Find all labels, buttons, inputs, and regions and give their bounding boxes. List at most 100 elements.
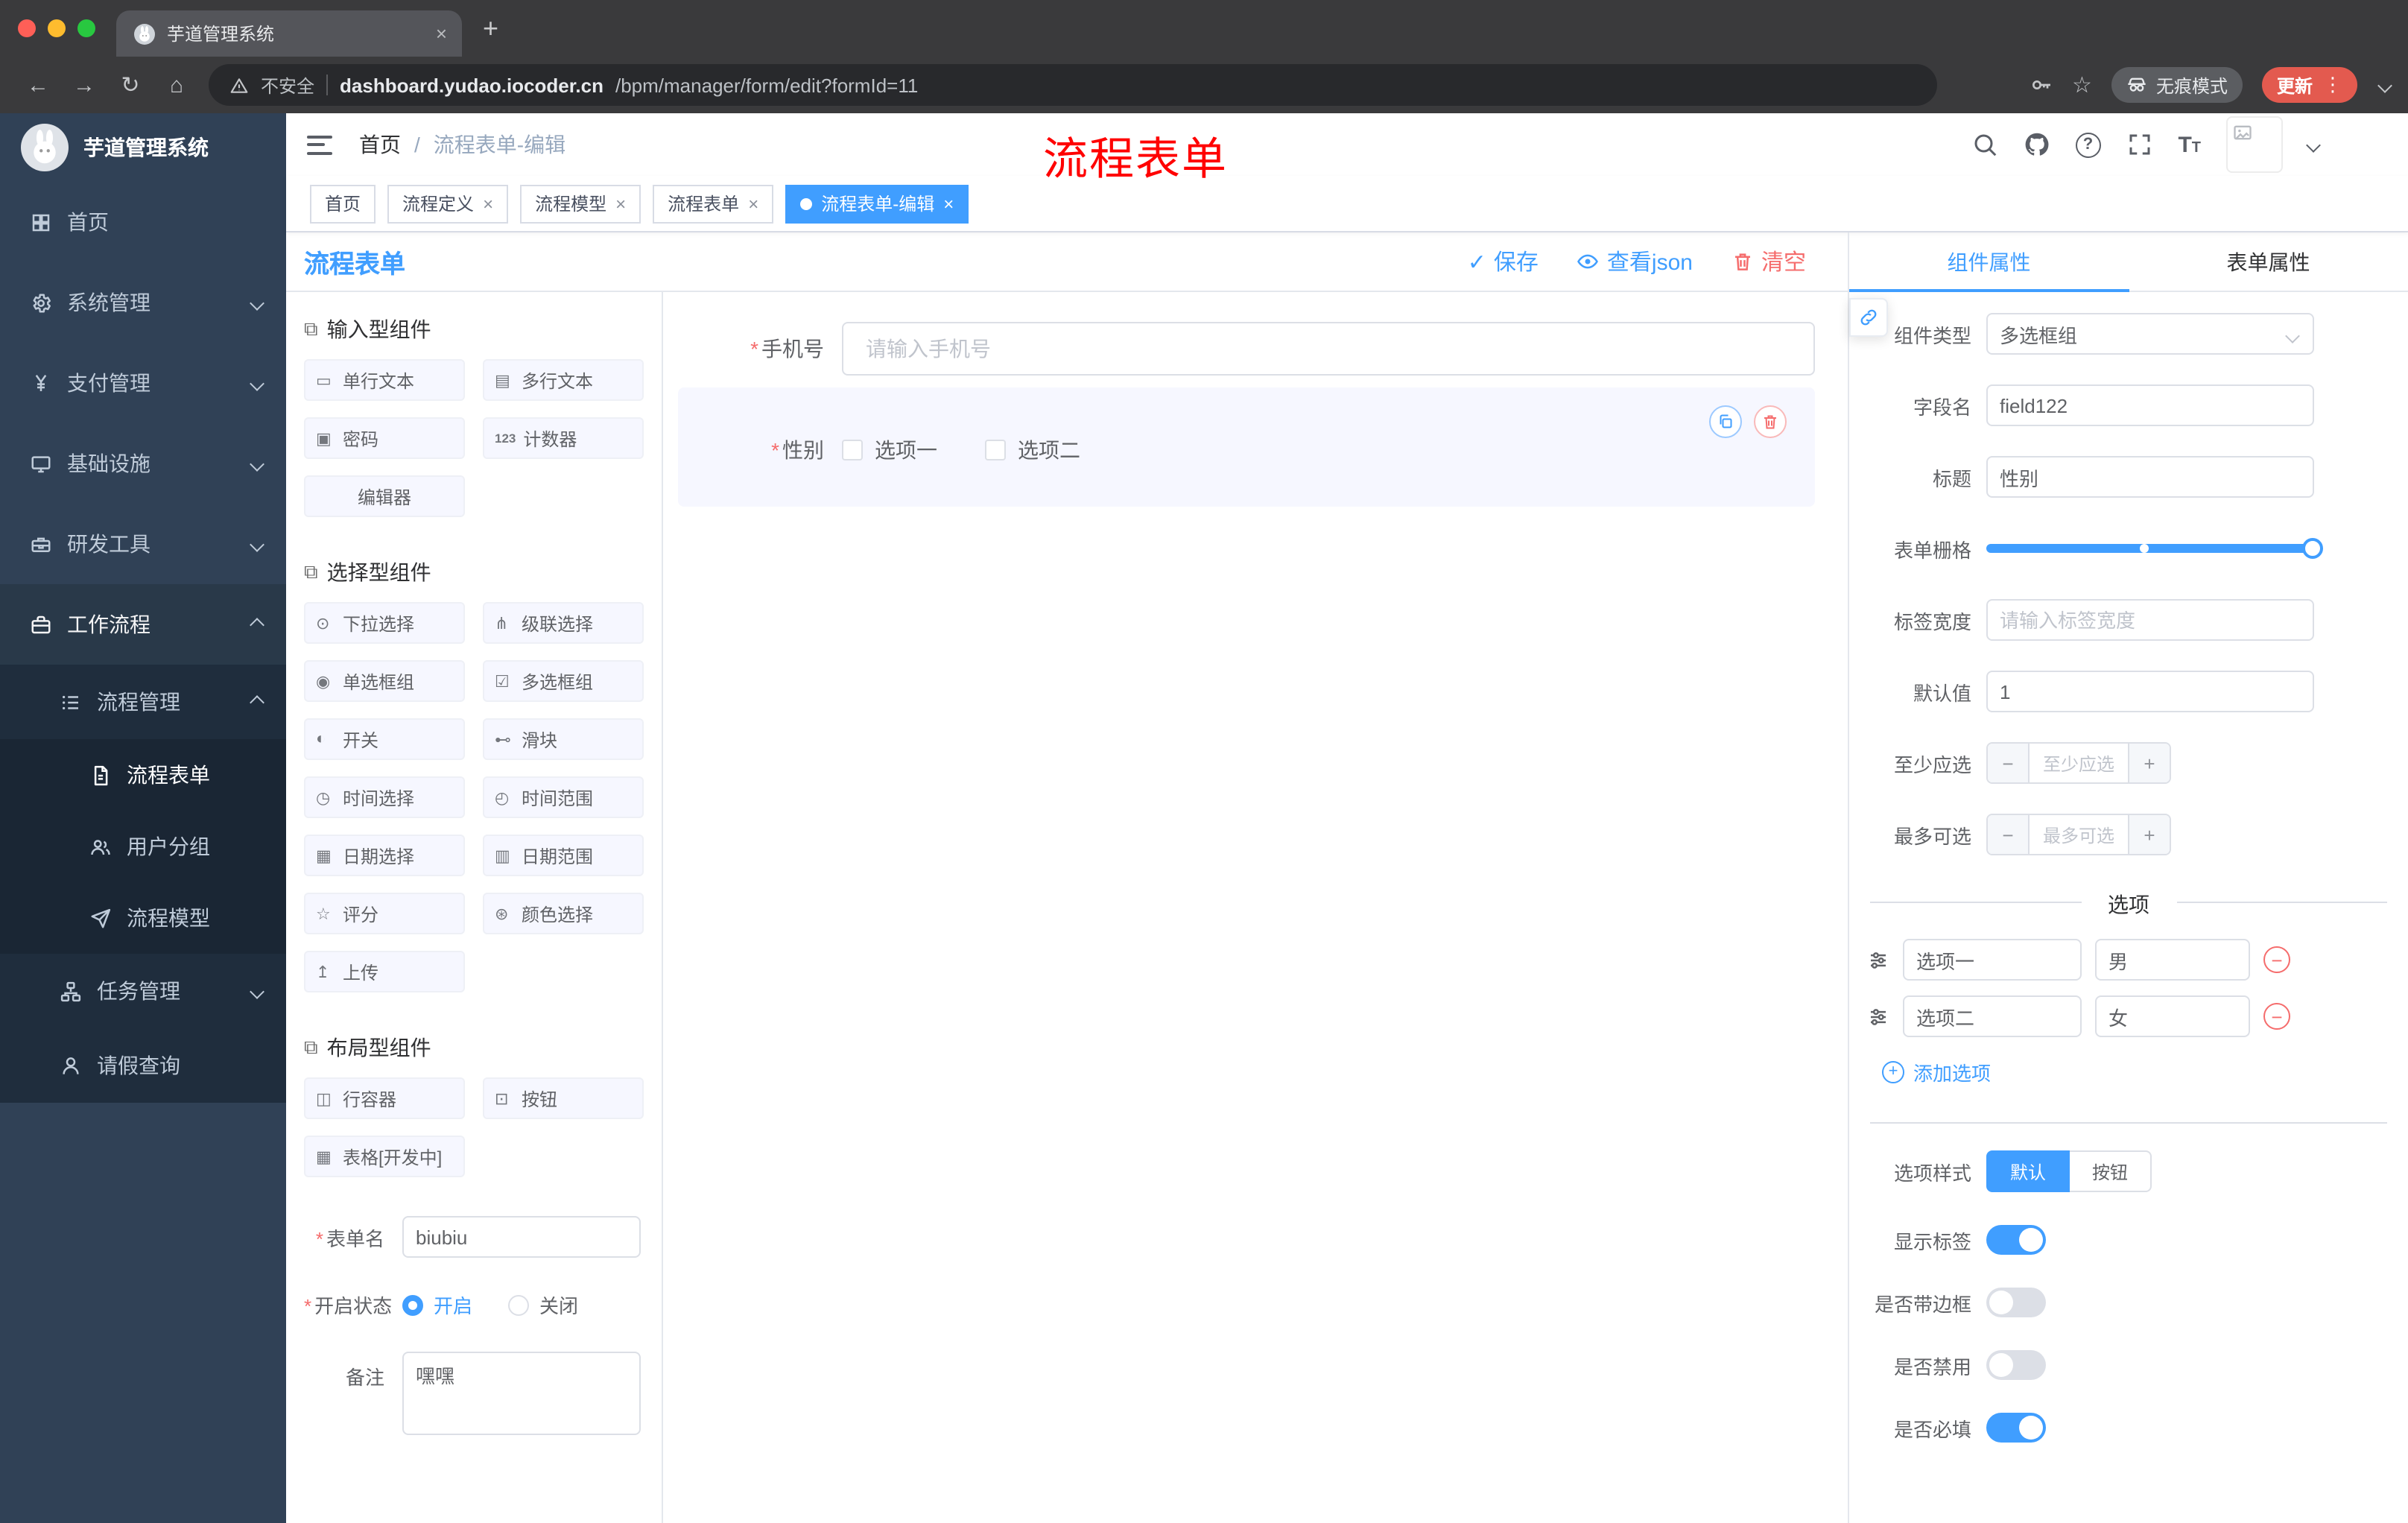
gender-checkbox-option2[interactable]: 选项二 (985, 435, 1080, 465)
status-radio-on[interactable]: 开启 (402, 1291, 472, 1319)
tag-process-definition[interactable]: 流程定义 × (387, 184, 509, 223)
label-width-input[interactable] (1986, 599, 2314, 641)
sidebar-item-home[interactable]: 首页 (0, 182, 286, 262)
palette-item-color-picker[interactable]: ⊛ 颜色选择 (483, 893, 644, 934)
home-icon[interactable]: ⌂ (156, 72, 197, 98)
palette-item-button[interactable]: ⊡ 按钮 (483, 1077, 644, 1119)
search-icon[interactable] (1971, 131, 1997, 158)
new-tab-button[interactable]: + (483, 13, 498, 43)
drag-handle-icon[interactable] (1867, 949, 1889, 971)
palette-item-cascader[interactable]: ⋔ 级联选择 (483, 602, 644, 644)
link-anchor-button[interactable] (1849, 298, 1888, 337)
show-label-toggle[interactable] (1986, 1225, 2046, 1255)
tag-close-icon[interactable]: × (943, 193, 954, 214)
tag-home[interactable]: 首页 (310, 184, 376, 223)
palette-item-rate[interactable]: ☆ 评分 (304, 893, 465, 934)
palette-item-editor[interactable]: 编辑器 (304, 475, 465, 517)
delete-component-button[interactable] (1754, 405, 1787, 438)
forward-icon[interactable]: → (64, 72, 104, 98)
reload-icon[interactable]: ↻ (110, 72, 150, 98)
sidebar-item-process-model[interactable]: 流程模型 (0, 882, 286, 954)
palette-item-slider[interactable]: ⊷ 滑块 (483, 718, 644, 760)
form-grid-slider[interactable] (1986, 528, 2323, 569)
form-name-input[interactable] (402, 1216, 641, 1258)
default-value-input[interactable] (1986, 671, 2314, 712)
browser-tab[interactable]: 芋道管理系统 × (116, 10, 462, 57)
sidebar-item-payment-mgmt[interactable]: 支付管理 (0, 343, 286, 423)
font-size-icon[interactable]: TT (2178, 133, 2201, 156)
palette-item-date-picker[interactable]: ▦ 日期选择 (304, 835, 465, 876)
sidebar-collapse-icon[interactable] (307, 135, 332, 154)
palette-item-time-picker[interactable]: ◷ 时间选择 (304, 776, 465, 818)
palette-item-password[interactable]: ▣ 密码 (304, 417, 465, 459)
tab-component-props[interactable]: 组件属性 (1849, 232, 2129, 291)
window-close-button[interactable] (18, 19, 36, 37)
selected-component-gender[interactable]: * 性别 选项一 选项二 (678, 387, 1815, 507)
stepper-placeholder[interactable]: 最多可选 (2030, 815, 2128, 854)
tag-process-form[interactable]: 流程表单 × (653, 184, 774, 223)
stepper-placeholder[interactable]: 至少应选 (2030, 744, 2128, 782)
status-radio-off[interactable]: 关闭 (508, 1291, 578, 1319)
address-bar[interactable]: 不安全 dashboard.yudao.iocoder.cn/bpm/manag… (209, 64, 1937, 106)
palette-item-counter[interactable]: 123 计数器 (483, 417, 644, 459)
palette-item-multi-text[interactable]: ▤ 多行文本 (483, 359, 644, 401)
copy-component-button[interactable] (1709, 405, 1742, 438)
slider-handle[interactable] (2302, 538, 2323, 559)
disabled-toggle[interactable] (1986, 1350, 2046, 1380)
clear-button[interactable]: 清空 (1731, 246, 1806, 277)
github-icon[interactable] (2023, 131, 2050, 158)
phone-field-row[interactable]: * 手机号 (678, 322, 1815, 376)
option-value-input[interactable] (2095, 939, 2250, 981)
remove-option-button[interactable]: − (2263, 1003, 2290, 1030)
tag-process-model[interactable]: 流程模型 × (520, 184, 641, 223)
option-label-input[interactable] (1903, 995, 2082, 1037)
avatar-dropdown-chevron-icon[interactable] (2306, 137, 2321, 152)
palette-item-select[interactable]: ⊙ 下拉选择 (304, 602, 465, 644)
title-input[interactable] (1986, 456, 2314, 498)
back-icon[interactable]: ← (18, 72, 58, 98)
palette-item-date-range[interactable]: ▥ 日期范围 (483, 835, 644, 876)
style-button-button[interactable]: 按钮 (2070, 1150, 2152, 1192)
fullscreen-icon[interactable] (2126, 131, 2152, 158)
browser-update-button[interactable]: 更新 ⋮ (2261, 67, 2357, 103)
breadcrumb-home-link[interactable]: 首页 (359, 130, 401, 159)
option-value-input[interactable] (2095, 995, 2250, 1037)
tag-close-icon[interactable]: × (483, 193, 493, 214)
increase-button[interactable]: + (2128, 815, 2170, 854)
help-icon[interactable]: ? (2075, 132, 2101, 157)
tag-process-form-edit[interactable]: 流程表单-编辑 × (785, 184, 969, 223)
view-json-button[interactable]: 查看json (1577, 246, 1693, 277)
sidebar-item-system-mgmt[interactable]: 系统管理 (0, 262, 286, 343)
avatar[interactable] (2226, 116, 2283, 173)
sidebar-item-process-form[interactable]: 流程表单 (0, 739, 286, 811)
save-button[interactable]: ✓ 保存 (1468, 246, 1539, 277)
component-type-select[interactable]: 多选框组 (1986, 313, 2314, 355)
window-minimize-button[interactable] (48, 19, 66, 37)
remove-option-button[interactable]: − (2263, 946, 2290, 973)
form-remark-textarea[interactable]: 嘿嘿 (402, 1352, 641, 1435)
palette-item-switch[interactable]: ◐ 开关 (304, 718, 465, 760)
password-key-icon[interactable] (2029, 73, 2053, 97)
palette-item-row-container[interactable]: ◫ 行容器 (304, 1077, 465, 1119)
sidebar-item-process-mgmt[interactable]: 流程管理 (0, 665, 286, 739)
increase-button[interactable]: + (2128, 744, 2170, 782)
palette-item-table[interactable]: ▦ 表格[开发中] (304, 1136, 465, 1177)
palette-item-single-text[interactable]: ▭ 单行文本 (304, 359, 465, 401)
add-option-button[interactable]: + 添加选项 (1882, 1058, 2408, 1086)
bookmark-star-icon[interactable]: ☆ (2072, 72, 2092, 98)
drag-handle-icon[interactable] (1867, 1005, 1889, 1028)
palette-item-upload[interactable]: ↥ 上传 (304, 951, 465, 992)
gender-checkbox-option1[interactable]: 选项一 (842, 435, 937, 465)
tag-close-icon[interactable]: × (748, 193, 758, 214)
palette-item-time-range[interactable]: ◴ 时间范围 (483, 776, 644, 818)
sidebar-item-workflow[interactable]: 工作流程 (0, 584, 286, 665)
required-toggle[interactable] (1986, 1413, 2046, 1443)
sidebar-item-leave-query[interactable]: 请假查询 (0, 1028, 286, 1103)
sidebar-item-user-group[interactable]: 用户分组 (0, 811, 286, 882)
browser-menu-icon[interactable]: ⋮ (2323, 73, 2342, 97)
sidebar-item-infrastructure[interactable]: 基础设施 (0, 423, 286, 504)
field-name-input[interactable] (1986, 384, 2314, 426)
decrease-button[interactable]: − (1988, 815, 2030, 854)
palette-item-radio-group[interactable]: ◉ 单选框组 (304, 660, 465, 702)
tab-form-props[interactable]: 表单属性 (2129, 232, 2408, 291)
